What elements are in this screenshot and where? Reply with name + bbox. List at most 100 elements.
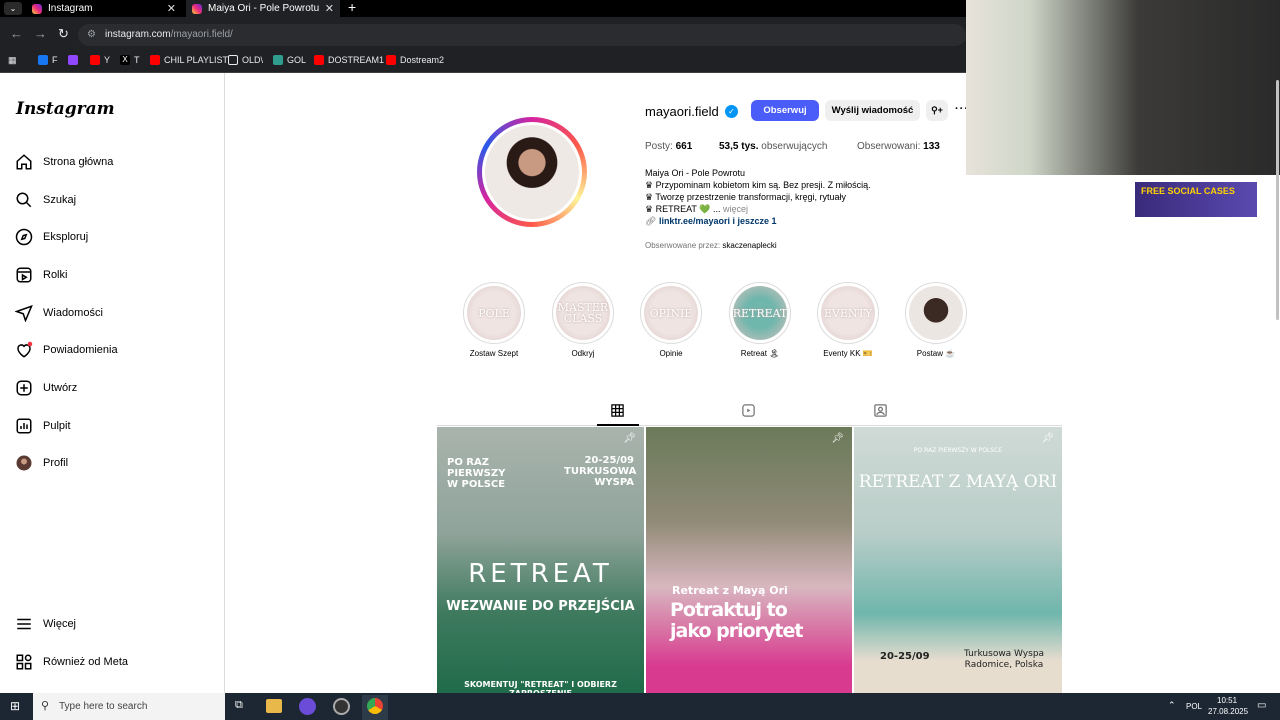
bio-line: ♛ Przypominam kobietom kim są. Bez presj…	[645, 180, 871, 190]
webcam-overlay	[966, 0, 1280, 175]
instagram-logo[interactable]: Instagram	[16, 99, 115, 119]
bio-line: ♛ Tworzę przestrzenie transformacji, krę…	[645, 192, 846, 202]
youtube-icon	[90, 55, 100, 65]
url-text[interactable]: instagram.com/mayaori.field/	[105, 29, 233, 40]
forward-icon[interactable]: →	[34, 26, 47, 41]
clock-date[interactable]: 27.08.2025	[1208, 707, 1248, 716]
app-icon[interactable]	[333, 698, 350, 715]
pinned-icon: 📌︎	[831, 433, 844, 444]
site-info-icon[interactable]: ⚙	[87, 29, 96, 40]
reload-icon[interactable]: ↻	[58, 26, 69, 42]
youtube-icon	[314, 55, 324, 65]
verified-badge-icon: ✓	[725, 105, 738, 118]
tray-chevron-icon[interactable]: ⌃	[1168, 700, 1176, 711]
tab-posts-grid-icon[interactable]	[610, 403, 625, 418]
sidebar-item-reels[interactable]: Rolki	[15, 266, 67, 284]
ad-banner[interactable]: FREE SOCIAL CASES	[1135, 182, 1257, 217]
profile-username: mayaori.field	[645, 104, 719, 119]
post-tile[interactable]: PO RAZ PIERWSZY W POLSCE 20-25/09 TURKUS…	[437, 427, 644, 693]
menu-icon	[17, 618, 31, 630]
close-tab-icon[interactable]: ✕	[167, 2, 176, 15]
language-indicator[interactable]: POL	[1186, 702, 1202, 711]
search-icon	[16, 192, 32, 208]
highlight-opinie[interactable]: OPINIE	[640, 282, 702, 344]
bio-link[interactable]: 🔗︎ linktr.ee/mayaori i jeszcze 1	[645, 216, 777, 227]
bookmark-dostream1[interactable]: DOSTREAM1	[314, 55, 384, 65]
pinned-icon: 📌︎	[623, 433, 636, 444]
highlight-label: Eventy KK 🎫	[823, 349, 873, 358]
posts-count: Posty: 661	[645, 141, 693, 152]
tab-search-button[interactable]: ⌄	[4, 2, 22, 15]
highlight-label: Zostaw Szept	[469, 349, 519, 358]
gol-icon	[273, 55, 283, 65]
follow-button[interactable]: Obserwuj	[751, 100, 819, 121]
sidebar-item-search[interactable]: Szukaj	[15, 191, 76, 209]
app-icon[interactable]	[299, 698, 316, 715]
bio-name: Maiya Ori - Pole Powrotu	[645, 168, 746, 178]
tabs-divider	[437, 425, 1062, 426]
highlight-retreat[interactable]: RETREAT	[729, 282, 791, 344]
followers-count[interactable]: 53,5 tys. obserwujących	[719, 141, 827, 152]
home-icon	[16, 154, 32, 170]
sidebar-item-create[interactable]: Utwórz	[15, 379, 77, 397]
bookmark-f[interactable]: F	[38, 55, 58, 65]
sidebar-item-home[interactable]: Strona główna	[15, 153, 113, 171]
highlight-eventy[interactable]: EVENTY	[817, 282, 879, 344]
instagram-sidebar: Instagram Strona główna Szukaj Eksploruj…	[0, 73, 225, 693]
notifications-icon[interactable]: ▭	[1257, 700, 1266, 711]
instagram-favicon-icon	[32, 3, 42, 14]
chrome-icon	[367, 698, 383, 714]
back-icon[interactable]: ←	[10, 26, 23, 41]
new-tab-button[interactable]: +	[348, 0, 356, 14]
bookmark-folder-old[interactable]: OLD\	[228, 55, 263, 65]
sidebar-item-also-from-meta[interactable]: Również od Meta	[15, 653, 128, 671]
search-icon: ⚲	[41, 700, 50, 712]
x-icon: X	[120, 55, 130, 65]
bookmark-gol[interactable]: GOL	[273, 55, 306, 65]
task-view-icon[interactable]: ⧉	[235, 699, 243, 712]
bio-line: ♛ RETREAT 💚 ... więcej	[645, 204, 748, 214]
bookmark-chil-playlist[interactable]: CHIL PLAYLIST	[150, 55, 228, 65]
tab-reels-icon[interactable]	[741, 403, 756, 418]
file-explorer-icon[interactable]	[266, 699, 282, 713]
sidebar-item-notifications[interactable]: Powiadomienia	[15, 341, 118, 359]
reels-icon	[16, 267, 32, 283]
highlight-zostaw-szept[interactable]: POLE	[463, 282, 525, 344]
link-icon: 🔗︎	[645, 216, 659, 226]
avatar-icon	[16, 455, 32, 471]
send-message-button[interactable]: Wyślij wiadomość	[825, 100, 920, 121]
profile-avatar[interactable]	[482, 122, 582, 222]
tab-tagged-icon[interactable]	[873, 403, 888, 418]
youtube-icon	[150, 55, 160, 65]
sidebar-item-profile[interactable]: Profil	[15, 454, 68, 472]
browser-tab-instagram[interactable]: Instagram ✕	[26, 0, 182, 17]
apps-icon[interactable]: ▦	[8, 55, 17, 66]
sidebar-item-more[interactable]: Więcej	[15, 615, 76, 633]
bio-more-link[interactable]: więcej	[723, 204, 748, 214]
following-count[interactable]: Obserwowani: 133	[857, 141, 940, 152]
bookmark-twitch[interactable]	[68, 55, 82, 65]
highlight-odkryj[interactable]: MASTER CLASS	[552, 282, 614, 344]
dashboard-icon	[16, 418, 32, 434]
windows-start-icon[interactable]: ⊞	[10, 699, 20, 713]
bookmark-y[interactable]: Y	[90, 55, 110, 65]
highlight-label: Opinie	[659, 349, 683, 358]
bookmark-dostream2[interactable]: Dostream2	[386, 55, 444, 65]
close-tab-icon[interactable]: ✕	[325, 2, 334, 15]
suggested-users-button[interactable]: ⚲+	[926, 100, 948, 121]
sidebar-item-messages[interactable]: Wiadomości	[15, 304, 103, 322]
page-scrollbar[interactable]	[1276, 80, 1279, 320]
post-tile[interactable]: Retreat z Mayą Ori Potraktuj to jako pri…	[646, 427, 852, 693]
sidebar-item-dashboard[interactable]: Pulpit	[15, 417, 71, 435]
browser-tab-profile[interactable]: Maiya Ori - Pole Powrotu (@m ✕	[186, 0, 340, 17]
sidebar-item-explore[interactable]: Eksploruj	[15, 228, 88, 246]
highlight-postaw[interactable]	[905, 282, 967, 344]
followed-by[interactable]: Obserwowane przez: skaczenaplecki	[645, 241, 777, 250]
bookmark-t[interactable]: XT	[120, 55, 140, 65]
folder-icon	[228, 55, 238, 65]
post-tile[interactable]: PO RAZ PIERWSZY W POLSCE RETREAT Z MAYĄ …	[854, 427, 1062, 693]
clock-time[interactable]: 10:51	[1217, 696, 1237, 705]
compass-icon	[15, 228, 33, 246]
youtube-icon	[386, 55, 396, 65]
active-tab-indicator	[597, 424, 639, 426]
